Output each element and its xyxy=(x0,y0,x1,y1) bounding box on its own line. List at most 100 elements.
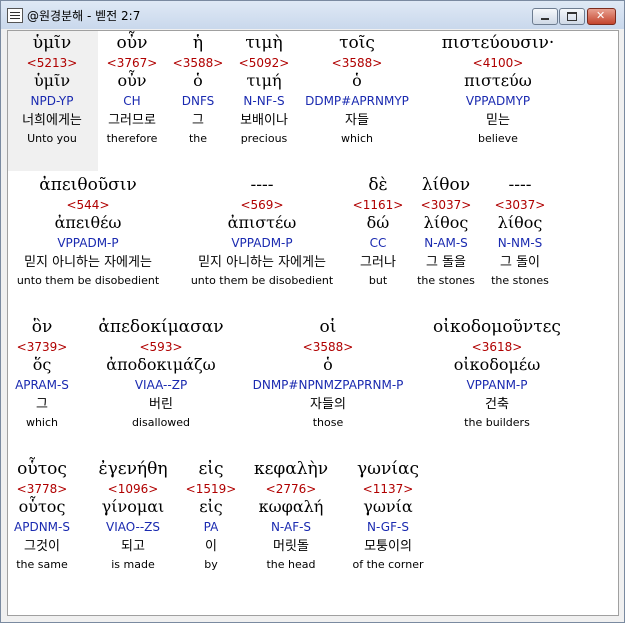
lemma: ἀπειθέω xyxy=(54,213,122,232)
parsing-code: N-NF-S xyxy=(243,94,285,108)
lemma: λίθος xyxy=(423,213,469,232)
parsing-code: DNMP#NPNMZPAPRNM-P xyxy=(252,378,404,392)
word-column[interactable]: πιστεύουσιν· <4100> πιστεύω VPPADMYP 믿는 … xyxy=(442,31,555,147)
english-gloss: the stones xyxy=(491,274,549,287)
lemma: οἰκοδομέω xyxy=(453,355,541,374)
app-window: @원경분해 - 벧전 2:7 ὑμῖν <5213> ὑμῖν NPD-YP 너… xyxy=(0,0,625,623)
greek-word: οἱ xyxy=(319,317,337,337)
word-column[interactable]: οἱ <3588> ὁ DNMP#NPNMZPAPRNM-P 자들의 those xyxy=(253,315,404,431)
word-column[interactable]: ὑμῖν <5213> ὑμῖν NPD-YP 너희에게는 Unto you xyxy=(22,31,82,147)
korean-gloss: 자들의 xyxy=(310,397,346,412)
strong-number: <1161> xyxy=(352,198,404,212)
parsing-code: VPPADMYP xyxy=(465,94,531,108)
lemma: πιστεύω xyxy=(464,71,532,90)
word-column[interactable]: ἀπειθοῦσιν <544> ἀπειθέω VPPADM-P 믿지 아니하… xyxy=(17,173,159,289)
korean-gloss: 그것이 xyxy=(24,539,60,554)
lemma: κωφαλή xyxy=(258,497,324,516)
word-column[interactable]: οὖν <3767> οὖν CH 그러므로 therefore xyxy=(107,31,158,147)
word-column[interactable]: ἀπεδοκίμασαν <593> ἀποδοκιμάζω VIAA--ZP … xyxy=(98,315,223,431)
close-icon[interactable] xyxy=(587,8,616,25)
greek-word: τοῖς xyxy=(339,33,375,53)
parsing-code: DDMP#APRNMYP xyxy=(305,94,409,108)
lemma: ὅς xyxy=(32,355,52,374)
word-column[interactable]: οὗτος <3778> οὗτος APDNM-S 그것이 the same xyxy=(14,457,70,573)
english-gloss: the xyxy=(188,132,208,145)
greek-word: οὖν xyxy=(116,33,148,53)
strong-number: <1137> xyxy=(362,482,414,496)
word-column[interactable]: δὲ <1161> δώ CC 그러나 but xyxy=(353,173,404,289)
english-gloss: disallowed xyxy=(131,416,191,429)
lemma: δώ xyxy=(366,213,390,232)
korean-gloss: 믿는 xyxy=(486,113,510,128)
strong-number: <5092> xyxy=(238,56,290,70)
word-column[interactable]: τιμὴ <5092> τιμή N-NF-S 보배이나 precious xyxy=(239,31,290,147)
word-column[interactable]: τοῖς <3588> ὁ DDMP#APRNMYP 자들 which xyxy=(305,31,409,147)
word-column[interactable]: λίθον <3037> λίθος N-AM-S 그 돌을 the stone… xyxy=(417,173,475,289)
strong-number: <3588> xyxy=(172,56,224,70)
strong-number: <3588> xyxy=(302,340,354,354)
english-gloss: the stones xyxy=(417,274,475,287)
parsing-code: VPPADM-P xyxy=(231,236,293,250)
english-gloss: the builders xyxy=(464,416,530,429)
word-column[interactable]: εἰς <1519> εἰς PA 이 by xyxy=(186,457,237,573)
word-column[interactable]: ---- <3037> λίθος N-NM-S 그 돌이 the stones xyxy=(491,173,549,289)
korean-gloss: 되고 xyxy=(121,539,145,554)
word-column[interactable]: γωνίας <1137> γωνία N-GF-S 모퉁이의 of the c… xyxy=(352,457,423,573)
strong-number: <3037> xyxy=(420,198,472,212)
greek-word: ὑμῖν xyxy=(32,33,72,53)
word-column[interactable]: οἰκοδομοῦντες <3618> οἰκοδομέω VPPANM-P … xyxy=(433,315,561,431)
window-title: @원경분해 - 벧전 2:7 xyxy=(27,9,141,23)
lemma: γίνομαι xyxy=(101,497,165,516)
korean-gloss: 버린 xyxy=(149,397,173,412)
korean-gloss: 그러나 xyxy=(360,255,396,270)
parsing-code: N-AM-S xyxy=(424,236,468,250)
korean-gloss: 믿지 아니하는 자에게는 xyxy=(198,255,326,270)
english-gloss: which xyxy=(25,416,59,429)
parsing-code: N-AF-S xyxy=(270,520,312,534)
korean-gloss: 머릿돌 xyxy=(273,539,309,554)
greek-word: ἐγενήθη xyxy=(98,459,168,479)
word-column[interactable]: ---- <569> ἀπιστέω VPPADM-P 믿지 아니하는 자에게는… xyxy=(191,173,333,289)
strong-number: <3037> xyxy=(494,198,546,212)
english-gloss: precious xyxy=(240,132,288,145)
english-gloss: unto them be disobedient xyxy=(190,274,334,287)
parsing-code: VIAO--ZS xyxy=(105,520,161,534)
strong-number: <3767> xyxy=(106,56,158,70)
strong-number: <3739> xyxy=(16,340,68,354)
minimize-icon[interactable] xyxy=(532,8,558,25)
lemma: ὁ xyxy=(352,71,362,90)
greek-word: γωνίας xyxy=(356,459,420,479)
word-column[interactable]: ὃν <3739> ὅς APRAM-S 그 which xyxy=(15,315,69,431)
korean-gloss: 믿지 아니하는 자에게는 xyxy=(24,255,152,270)
lemma: ὁ xyxy=(193,71,203,90)
english-gloss: the head xyxy=(266,558,316,571)
parsing-code: N-GF-S xyxy=(367,520,409,534)
greek-word: εἰς xyxy=(198,459,224,479)
english-gloss: of the corner xyxy=(352,558,424,571)
greek-word: δὲ xyxy=(368,175,388,195)
english-gloss: which xyxy=(340,132,374,145)
english-gloss: but xyxy=(368,274,388,287)
lemma: οὗτος xyxy=(18,497,66,516)
lemma: ὑμῖν xyxy=(33,71,71,90)
korean-gloss: 그러므로 xyxy=(108,113,156,128)
greek-word: ὃν xyxy=(31,317,53,337)
word-column[interactable]: ἡ <3588> ὁ DNFS 그 the xyxy=(173,31,224,147)
strong-number: <1519> xyxy=(185,482,237,496)
word-column[interactable]: κεφαλὴν <2776> κωφαλή N-AF-S 머릿돌 the hea… xyxy=(254,457,328,573)
title-bar[interactable]: @원경분해 - 벧전 2:7 xyxy=(1,1,624,29)
korean-gloss: 건축 xyxy=(485,397,509,412)
strong-number: <3778> xyxy=(16,482,68,496)
english-gloss: is made xyxy=(111,558,155,571)
word-column[interactable]: ἐγενήθη <1096> γίνομαι VIAO--ZS 되고 is ma… xyxy=(98,457,167,573)
greek-word: οὗτος xyxy=(17,459,67,479)
lemma: εἰς xyxy=(199,497,223,516)
parsing-code: DNFS xyxy=(181,94,215,108)
parsing-code: NPD-YP xyxy=(30,94,74,108)
strong-number: <593> xyxy=(139,340,183,354)
strong-number: <3588> xyxy=(331,56,383,70)
greek-word: ἀπειθοῦσιν xyxy=(39,175,137,195)
english-gloss: unto them be disobedient xyxy=(16,274,160,287)
parsing-code: CC xyxy=(369,236,387,250)
maximize-icon[interactable] xyxy=(559,8,585,25)
